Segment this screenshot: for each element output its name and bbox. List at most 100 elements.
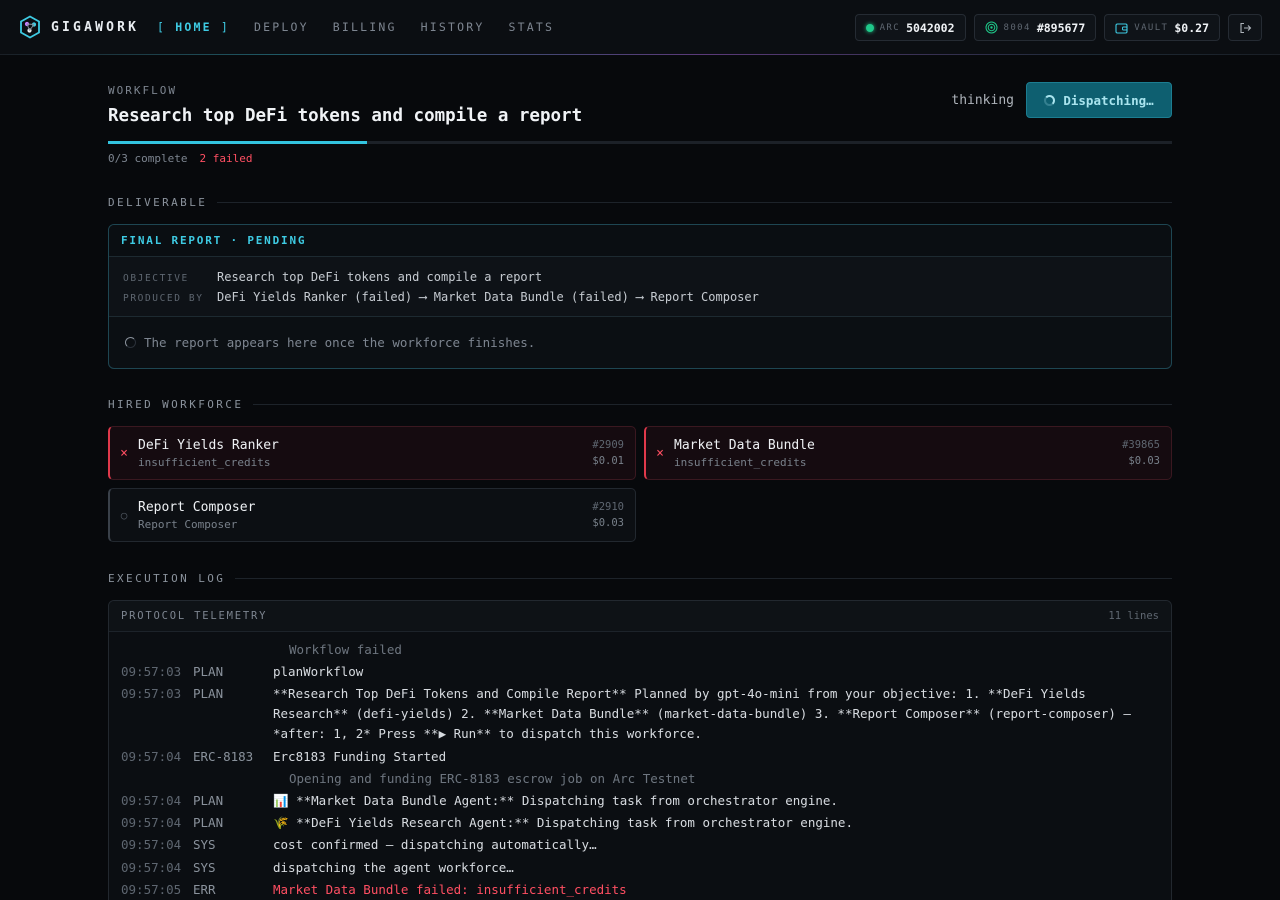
agent-card-defi-yields-ranker[interactable]: × DeFi Yields Ranker insufficient_credit…	[108, 426, 636, 480]
workflow-progress-bar	[108, 141, 1172, 144]
brand-name: GIGAWORK	[51, 19, 140, 35]
nav-billing[interactable]: BILLING	[333, 20, 397, 34]
log-line: 09:57:04 PLAN 📊 **Market Data Bundle Agent…	[121, 791, 1159, 811]
log-message: **Research Top DeFi Tokens and Compile R…	[273, 686, 1131, 742]
workflow-label: WORKFLOW	[108, 84, 177, 97]
log-line: 09:57:04 ERC-8183 Erc8183 Funding Started	[121, 747, 1159, 767]
main-content: WORKFLOW Research top DeFi tokens and co…	[108, 55, 1172, 900]
agent-label: 8004	[1003, 22, 1031, 33]
dispatch-button[interactable]: Dispatching…	[1026, 82, 1172, 118]
agent-price: $0.03	[1128, 455, 1160, 467]
fingerprint-icon	[985, 21, 998, 34]
log-line: 09:57:04 PLAN 🌾 **DeFi Yields Research Age…	[121, 813, 1159, 833]
nav-bracket-close: ]	[220, 20, 230, 34]
objective-row: OBJECTIVE Research top DeFi tokens and c…	[123, 270, 1157, 290]
execution-log[interactable]: PROTOCOL TELEMETRY 11 lines Workflow fai…	[108, 600, 1172, 900]
log-message: Erc8183 Funding Started	[273, 748, 447, 764]
logout-icon	[1239, 22, 1251, 33]
loading-icon	[125, 337, 136, 348]
divider	[253, 404, 1172, 405]
failed-count: 2 failed	[199, 152, 253, 165]
log-section-title: EXECUTION LOG	[108, 572, 226, 585]
agent-card-report-composer[interactable]: ○ Report Composer Report Composer #2910 …	[108, 488, 636, 542]
log-timestamp: 09:57:05	[121, 881, 182, 897]
log-tag: PLAN	[193, 792, 224, 808]
brand[interactable]: GIGAWORK	[19, 15, 139, 39]
log-timestamp: 09:57:04	[121, 792, 182, 808]
agent-id: #2910	[592, 501, 624, 513]
deliverable-card: FINAL REPORT · PENDING OBJECTIVE Researc…	[108, 224, 1172, 369]
log-note: Workflow failed	[289, 642, 402, 657]
main-nav: [ HOME ] DEPLOY BILLING HISTORY STATS	[157, 20, 554, 34]
deliverable-section-title: DELIVERABLE	[108, 196, 208, 209]
workflow-progress-fill	[108, 141, 367, 144]
wallet-icon	[1115, 22, 1128, 34]
progress-info: 0/3 complete 2 failed	[108, 152, 252, 165]
vault-value: $0.27	[1174, 20, 1209, 35]
deliverable-header: FINAL REPORT · PENDING	[109, 225, 1171, 257]
agent-id: #2909	[592, 439, 624, 451]
objective-value: Research top DeFi tokens and compile a r…	[217, 270, 543, 284]
nav-bracket-open: [	[157, 20, 167, 34]
agent-price: $0.01	[592, 455, 624, 467]
x-icon: ×	[656, 445, 664, 461]
nav-home-label: HOME	[175, 20, 212, 34]
produced-by-row: PRODUCED BY DeFi Yields Ranker (failed) …	[123, 290, 1157, 310]
divider	[217, 202, 1172, 203]
log-line: 09:57:04 SYS cost confirmed — dispatching …	[121, 835, 1159, 855]
log-message: dispatching the agent workforce…	[273, 859, 514, 875]
log-timestamp: 09:57:04	[121, 837, 182, 853]
nav-deploy[interactable]: DEPLOY	[254, 20, 309, 34]
log-line: 09:57:03 PLAN planWorkflow	[121, 662, 1159, 682]
log-line: 09:57:03 PLAN **Research Top DeFi Tokens a…	[121, 684, 1159, 744]
objective-key: OBJECTIVE	[123, 273, 189, 284]
log-line: 09:57:04 SYS dispatching the agent workfor…	[121, 858, 1159, 878]
vault-label: VAULT	[1134, 22, 1169, 33]
produced-by-value: DeFi Yields Ranker (failed) ⟶ Market Dat…	[217, 290, 759, 304]
workforce-section-header: HIRED WORKFORCE	[108, 398, 1172, 411]
log-header: PROTOCOL TELEMETRY 11 lines	[109, 601, 1171, 632]
nav-history[interactable]: HISTORY	[421, 20, 485, 34]
log-timestamp: 09:57:03	[121, 686, 182, 702]
complete-count: 0/3 complete	[108, 152, 188, 165]
workflow-state: thinking	[951, 93, 1014, 108]
log-tag: ERR	[193, 881, 216, 897]
log-tag: SYS	[193, 837, 216, 853]
arc-label: ARC	[879, 22, 901, 33]
agent-status: insufficient_credits	[138, 455, 271, 469]
log-timestamp: 09:57:03	[121, 664, 182, 680]
spinner-icon	[1044, 94, 1056, 106]
log-message: planWorkflow	[273, 664, 364, 680]
deliverable-meta: OBJECTIVE Research top DeFi tokens and c…	[109, 257, 1171, 317]
logout-button[interactable]	[1228, 14, 1262, 41]
log-tag: PLAN	[193, 686, 224, 702]
workflow-title: Research top DeFi tokens and compile a r…	[108, 106, 583, 126]
log-body: Workflow failed 09:57:03 PLAN planWorkflow 0…	[109, 632, 1171, 900]
produced-by-key: PRODUCED BY	[123, 293, 204, 304]
agent-name: Market Data Bundle	[674, 437, 815, 453]
online-dot-icon	[865, 23, 874, 32]
log-note: Opening and funding ERC-8183 escrow job …	[289, 770, 696, 786]
log-tag: PLAN	[193, 815, 224, 831]
log-message: 📊 **Market Data Bundle Agent:** Dispatch…	[273, 792, 838, 808]
log-tag: PLAN	[193, 664, 224, 680]
agent-id-pill[interactable]: 8004 #895677	[973, 14, 1097, 41]
arc-balance-pill[interactable]: ARC 5042002	[854, 14, 966, 41]
nav-stats[interactable]: STATS	[509, 20, 555, 34]
agent-name: DeFi Yields Ranker	[138, 437, 279, 453]
agent-name: Report Composer	[138, 499, 256, 515]
agent-status: Report Composer	[138, 517, 238, 531]
vault-pill[interactable]: VAULT $0.27	[1104, 14, 1220, 41]
log-timestamp: 09:57:04	[121, 748, 182, 764]
nav-home[interactable]: [ HOME ]	[157, 20, 230, 34]
log-timestamp: 09:57:04	[121, 815, 182, 831]
agent-card-market-data-bundle[interactable]: × Market Data Bundle insufficient_credit…	[644, 426, 1172, 480]
agent-price: $0.03	[592, 517, 624, 529]
deliverable-section-header: DELIVERABLE	[108, 196, 1172, 209]
agent-value: #895677	[1036, 20, 1086, 35]
log-line-count: 11 lines	[1108, 610, 1159, 622]
agent-id: #39865	[1122, 439, 1160, 451]
pending-text: The report appears here once the workfor…	[144, 335, 536, 350]
workforce-section-title: HIRED WORKFORCE	[108, 398, 244, 411]
log-message: 🌾 **DeFi Yields Research Agent:** Dispat…	[273, 815, 853, 831]
